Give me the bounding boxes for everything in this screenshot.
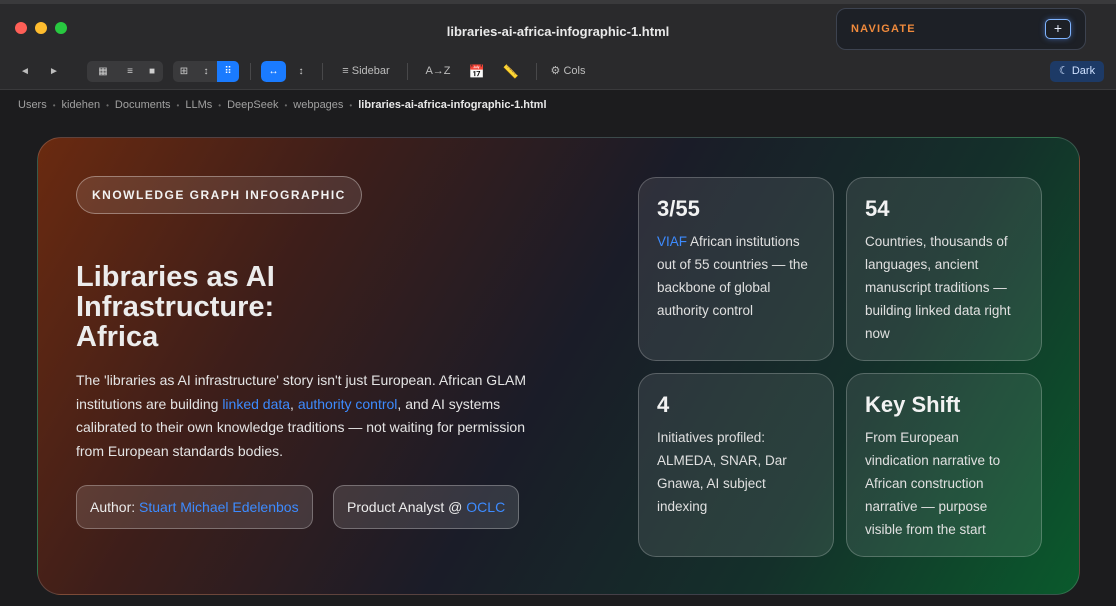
sort-vertical-icon[interactable]: ↕: [195, 61, 217, 82]
view-mode-segment: ▦ ≡ ■: [87, 61, 163, 82]
stat-description: Initiatives profiled: ALMEDA, SNAR, Dar …: [657, 430, 787, 514]
view-icons-icon[interactable]: ▦: [87, 61, 119, 82]
grid-dense-icon[interactable]: ⠿: [217, 61, 239, 82]
fit-height-icon[interactable]: ↕: [290, 61, 312, 82]
grid-icon[interactable]: ⊞: [173, 61, 195, 82]
stat-description: From European vindication narrative to A…: [865, 430, 1001, 537]
stat-value: 4: [657, 392, 670, 417]
author-chip: Author: Stuart Michael Edelenbos: [76, 485, 313, 529]
calendar-icon[interactable]: 📅: [467, 62, 487, 81]
stat-description: Countries, thousands of languages, ancie…: [865, 234, 1011, 341]
intro-text: ,: [290, 395, 298, 412]
toolbar-divider: [536, 63, 537, 80]
breadcrumb-separator: •: [218, 100, 222, 110]
author-label: Author:: [90, 499, 140, 515]
breadcrumb-current: libraries-ai-africa-infographic-1.html: [358, 99, 547, 111]
navigate-label: NAVIGATE: [851, 23, 916, 35]
role-label: Product Analyst @: [347, 499, 467, 515]
stat-description: VIAF African institutions out of 55 coun…: [657, 230, 815, 322]
view-cover-icon[interactable]: ■: [141, 61, 163, 82]
page-title: Libraries as AI Infrastructure: Africa: [76, 262, 406, 352]
back-arrow-icon[interactable]: ◄: [16, 62, 34, 81]
fit-width-icon[interactable]: ↔: [261, 61, 286, 82]
breadcrumb: Users • kidehen • Documents • LLMs • Dee…: [18, 97, 547, 113]
linked-data-link[interactable]: linked data: [222, 396, 290, 412]
oclc-link[interactable]: OCLC: [466, 499, 505, 515]
breadcrumb-separator: •: [284, 100, 288, 110]
viaf-link[interactable]: VIAF: [657, 234, 687, 249]
stat-value: 3/55: [657, 196, 700, 221]
title-line: Infrastructure:: [76, 291, 275, 323]
cols-button[interactable]: ⚙ Cols: [548, 62, 588, 81]
breadcrumb-separator: •: [52, 100, 56, 110]
breadcrumb-item[interactable]: Users: [18, 99, 47, 111]
stat-card-viaf: 3/55 VIAF African institutions out of 55…: [638, 177, 834, 361]
stat-value: 54: [865, 196, 890, 221]
stat-value: Key Shift: [865, 392, 961, 417]
toolbar: ◄ ► ▦ ≡ ■ ⊞ ↕ ⠿ ↔ ↕ ≡ Sidebar A→Z 📅 📏 ⚙ …: [0, 52, 1116, 90]
breadcrumb-separator: •: [176, 100, 180, 110]
intro-paragraph: The 'libraries as AI infrastructure' sto…: [76, 369, 556, 463]
stat-card-initiatives: 4 Initiatives profiled: ALMEDA, SNAR, Da…: [638, 373, 834, 557]
category-badge: KNOWLEDGE GRAPH INFOGRAPHIC: [76, 176, 362, 214]
navigate-add-button[interactable]: +: [1045, 19, 1071, 39]
forward-arrow-icon[interactable]: ►: [45, 62, 63, 81]
fit-segment: ↔ ↕: [261, 61, 312, 82]
stat-card-countries: 54 Countries, thousands of languages, an…: [846, 177, 1042, 361]
navigate-panel: NAVIGATE +: [836, 8, 1086, 50]
breadcrumb-item[interactable]: webpages: [293, 99, 343, 111]
layout-segment: ⊞ ↕ ⠿: [173, 61, 239, 82]
view-list-icon[interactable]: ≡: [119, 61, 141, 82]
ruler-icon[interactable]: 📏: [501, 62, 521, 81]
toolbar-divider: [250, 63, 251, 80]
breadcrumb-item[interactable]: Documents: [115, 99, 171, 111]
breadcrumb-item[interactable]: kidehen: [62, 99, 101, 111]
toolbar-divider: [407, 63, 408, 80]
breadcrumb-separator: •: [349, 100, 353, 110]
author-link[interactable]: Stuart Michael Edelenbos: [139, 499, 299, 515]
sidebar-button[interactable]: ≡ Sidebar: [338, 62, 394, 81]
toolbar-divider: [322, 63, 323, 80]
breadcrumb-item[interactable]: LLMs: [185, 99, 212, 111]
infographic-card: KNOWLEDGE GRAPH INFOGRAPHIC Libraries as…: [37, 137, 1080, 595]
role-chip: Product Analyst @ OCLC: [333, 485, 520, 529]
breadcrumb-item[interactable]: DeepSeek: [227, 99, 278, 111]
title-line: Libraries as AI: [76, 261, 275, 293]
authority-control-link[interactable]: authority control: [298, 396, 398, 412]
title-line: Africa: [76, 321, 159, 353]
sort-az-button[interactable]: A→Z: [424, 62, 452, 81]
stat-card-key-shift: Key Shift From European vindication narr…: [846, 373, 1042, 557]
breadcrumb-separator: •: [106, 100, 109, 110]
dark-mode-toggle[interactable]: ☾ Dark: [1050, 61, 1104, 82]
